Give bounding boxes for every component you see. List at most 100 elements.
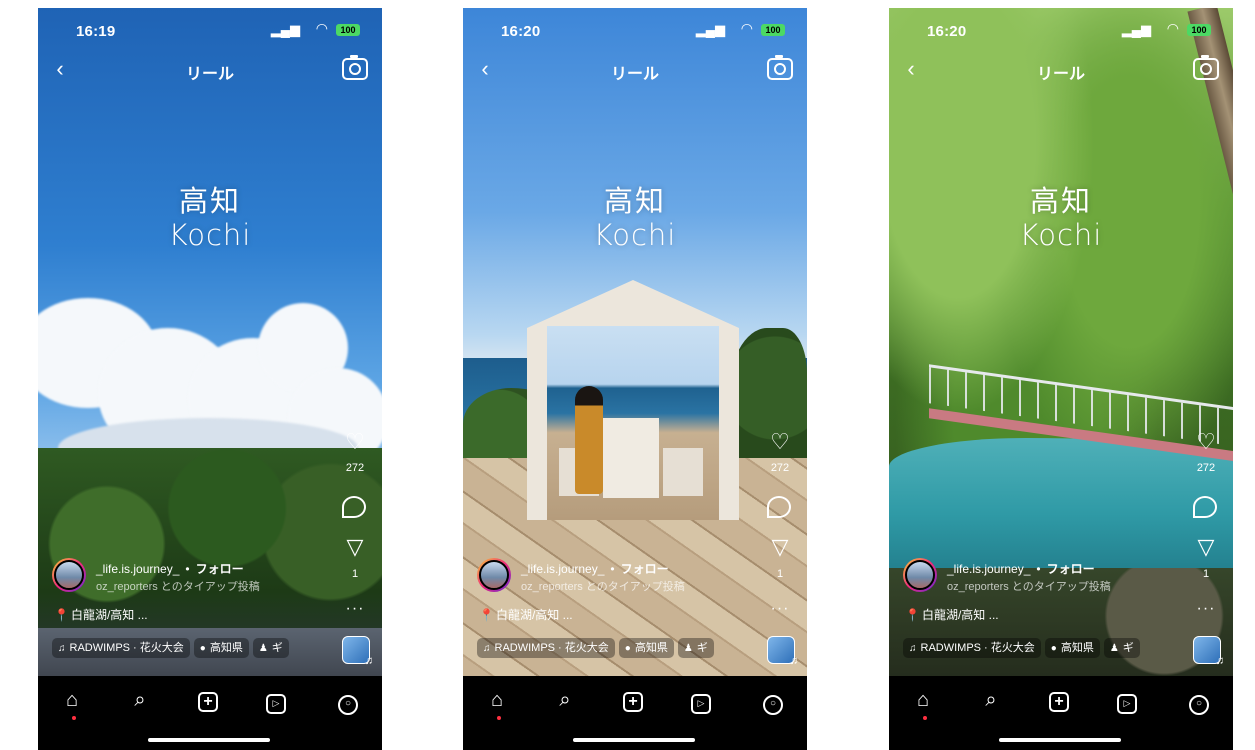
create-icon[interactable]: + [619, 686, 647, 714]
status-time: 16:20 [501, 23, 541, 40]
like-count[interactable]: 272 [1191, 462, 1221, 474]
search-icon[interactable]: ⌕ [977, 686, 1005, 714]
follow-button[interactable]: フォロー [621, 562, 669, 576]
camera-icon[interactable] [767, 55, 793, 80]
audio-thumbnail[interactable] [767, 636, 798, 667]
separator-dot: • [610, 562, 615, 576]
phone-screen-2: 16:20 ▂▄▆ ◠ 100 ‹ リール 高知 Kochi ♡ 272 ▽ 1… [463, 8, 807, 750]
caption-location[interactable]: 📍 白龍湖/高知 ... [905, 606, 999, 623]
avatar[interactable] [477, 558, 511, 592]
people-chip[interactable]: ♟ ギ [677, 638, 714, 658]
more-icon[interactable]: ··· [765, 600, 795, 618]
comment-icon[interactable] [767, 496, 791, 518]
music-chip[interactable]: ♫ RADWIMPS · 花火大会 [52, 638, 190, 658]
battery-icon: 100 [336, 24, 360, 36]
reels-icon[interactable]: ▷ [262, 686, 290, 714]
user-row: _life.is.journey_ • フォロー [947, 560, 1095, 577]
create-icon[interactable]: + [1045, 686, 1073, 714]
camera-icon[interactable] [1193, 55, 1219, 80]
overlay-text-en: Kochi [168, 218, 252, 252]
wifi-icon: ◠ [740, 20, 753, 36]
search-icon[interactable]: ⌕ [551, 686, 579, 714]
overlay-text-jp: 高知 [603, 184, 666, 218]
location-chip[interactable]: ● 高知県 [618, 638, 674, 658]
profile-icon[interactable]: ○ [759, 686, 787, 715]
heart-icon[interactable]: ♡ [765, 431, 795, 453]
caption-text: 白龍湖/高知 ... [70, 608, 148, 622]
location-icon: ● [624, 643, 631, 654]
status-time: 16:19 [76, 23, 116, 40]
wifi-icon: ◠ [1166, 20, 1179, 36]
search-icon[interactable]: ⌕ [126, 686, 154, 714]
top-nav: ‹ リール [38, 55, 382, 86]
status-bar: 16:19 ▂▄▆ ◠ 100 [38, 8, 382, 48]
people-label: ギ [271, 642, 283, 654]
share-count: 1 [776, 568, 784, 580]
page-title: リール [610, 66, 659, 83]
caption-text: 白龍湖/高知 ... [495, 608, 573, 622]
home-icon[interactable]: ⌂ [909, 686, 937, 714]
avatar[interactable] [903, 558, 937, 592]
more-icon[interactable]: ··· [1191, 600, 1221, 618]
follow-button[interactable]: フォロー [196, 562, 244, 576]
people-chip[interactable]: ♟ ギ [1103, 638, 1140, 658]
music-label: RADWIMPS · 花火大会 [69, 642, 184, 654]
collab-label[interactable]: oz_reporters とのタイアップ投稿 [96, 578, 260, 594]
pin-icon: 📍 [479, 608, 494, 622]
username[interactable]: _life.is.journey_ [521, 562, 604, 576]
caption-location[interactable]: 📍 白龍湖/高知 ... [479, 606, 573, 623]
avatar[interactable] [52, 558, 86, 592]
chip-row: ♫ RADWIMPS · 花火大会 ● 高知県 ♟ ギ [477, 638, 749, 658]
home-active-dot [72, 716, 76, 720]
share-count: 1 [351, 568, 359, 580]
home-icon[interactable]: ⌂ [483, 686, 511, 714]
collab-label[interactable]: oz_reporters とのタイアップ投稿 [521, 578, 685, 594]
share-icon[interactable]: ▽ [1191, 536, 1221, 558]
more-icon[interactable]: ··· [340, 600, 370, 618]
comment-icon[interactable] [1193, 496, 1217, 518]
music-chip[interactable]: ♫ RADWIMPS · 花火大会 [903, 638, 1041, 658]
battery-icon: 100 [1187, 24, 1211, 36]
caption-location[interactable]: 📍 白龍湖/高知 ... [54, 606, 148, 623]
collab-label[interactable]: oz_reporters とのタイアップ投稿 [947, 578, 1111, 594]
bottom-tab-bar: ⌂ ⌕ + ▷ ○ [889, 676, 1233, 750]
heart-icon[interactable]: ♡ [1191, 431, 1221, 453]
chip-row: ♫ RADWIMPS · 花火大会 ● 高知県 ♟ ギ [903, 638, 1175, 658]
overlay-text-en: Kochi [1019, 218, 1103, 252]
home-indicator [573, 738, 695, 742]
profile-icon[interactable]: ○ [334, 686, 362, 715]
status-bar: 16:20 ▂▄▆ ◠ 100 [889, 8, 1233, 48]
create-icon[interactable]: + [194, 686, 222, 714]
battery-icon: 100 [761, 24, 785, 36]
username[interactable]: _life.is.journey_ [947, 562, 1030, 576]
like-count[interactable]: 272 [765, 462, 795, 474]
reels-icon[interactable]: ▷ [1113, 686, 1141, 714]
top-nav: ‹ リール [889, 55, 1233, 86]
location-chip[interactable]: ● 高知県 [193, 638, 249, 658]
share-icon[interactable]: ▽ [765, 536, 795, 558]
camera-icon[interactable] [342, 55, 368, 80]
user-row: _life.is.journey_ • フォロー [96, 560, 244, 577]
like-count[interactable]: 272 [340, 462, 370, 474]
share-icon[interactable]: ▽ [340, 536, 370, 558]
music-chip[interactable]: ♫ RADWIMPS · 花火大会 [477, 638, 615, 658]
location-chip[interactable]: ● 高知県 [1044, 638, 1100, 658]
separator-dot: • [185, 562, 190, 576]
reels-icon[interactable]: ▷ [687, 686, 715, 714]
people-chip[interactable]: ♟ ギ [252, 638, 289, 658]
signal-icon: ▂▄▆ [1121, 22, 1151, 37]
page-title: リール [1036, 66, 1085, 83]
username[interactable]: _life.is.journey_ [96, 562, 179, 576]
audio-thumbnail[interactable] [342, 636, 373, 667]
status-time: 16:20 [927, 23, 967, 40]
home-icon[interactable]: ⌂ [58, 686, 86, 714]
heart-icon[interactable]: ♡ [340, 431, 370, 453]
comment-icon[interactable] [342, 496, 366, 518]
follow-button[interactable]: フォロー [1047, 562, 1095, 576]
location-icon: ● [199, 643, 206, 654]
music-label: RADWIMPS · 花火大会 [920, 642, 1035, 654]
page-title: リール [185, 66, 234, 83]
profile-icon[interactable]: ○ [1185, 686, 1213, 715]
audio-thumbnail[interactable] [1193, 636, 1224, 667]
location-icon: ● [1050, 643, 1057, 654]
